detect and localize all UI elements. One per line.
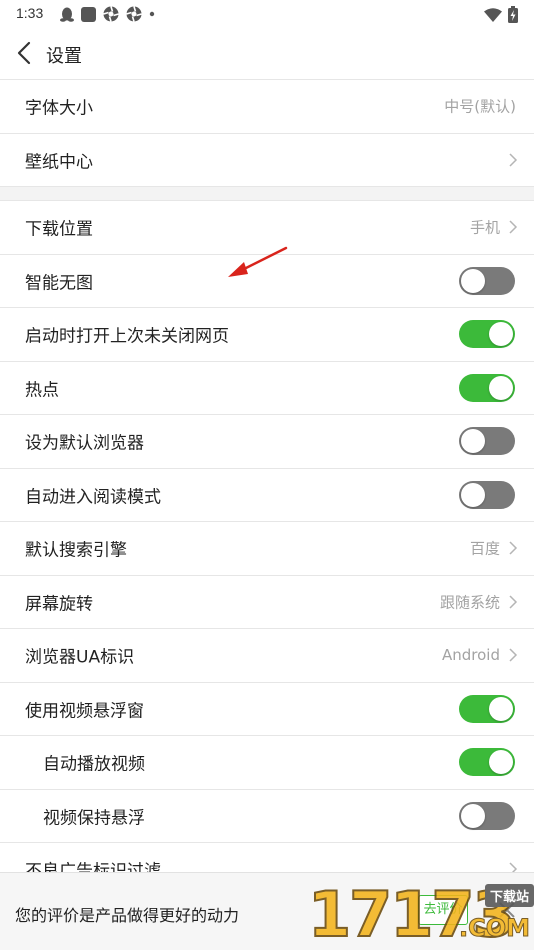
toggle-knob	[489, 750, 513, 775]
setting-value: 跟随系统	[439, 593, 500, 612]
auto-reading-mode-toggle[interactable]	[459, 480, 515, 509]
status-time: 1:33	[16, 5, 44, 21]
app-square-icon	[81, 6, 96, 22]
setting-hot-spots: 热点	[0, 361, 534, 415]
setting-default-browser: 设为默认浏览器	[0, 415, 534, 469]
setting-label: 使用视频悬浮窗	[25, 701, 144, 722]
smart-no-image-toggle[interactable]	[459, 266, 515, 295]
chevron-left-icon	[17, 41, 31, 65]
setting-label: 自动播放视频	[43, 754, 145, 775]
setting-value: 中号(默认)	[444, 97, 516, 116]
setting-label: 屏幕旋转	[25, 594, 93, 615]
wifi-icon	[484, 7, 502, 22]
toggle-knob	[489, 322, 513, 347]
chevron-right-icon	[509, 648, 518, 662]
setting-user-agent[interactable]: 浏览器UA标识 Android	[0, 629, 534, 683]
aperture-icon	[126, 6, 142, 22]
setting-font-size[interactable]: 字体大小 中号(默认)	[0, 80, 534, 134]
restore-tabs-toggle[interactable]	[459, 320, 515, 349]
chevron-right-icon	[509, 153, 518, 167]
chevron-right-icon	[509, 595, 518, 609]
aperture-icon	[103, 6, 119, 22]
settings-list: 字体大小 中号(默认) 壁纸中心 下载位置 手机 智能无图 启动时打开上次未关闭…	[0, 80, 534, 897]
setting-label: 浏览器UA标识	[25, 647, 135, 668]
status-notification-icons	[60, 6, 155, 22]
back-button[interactable]	[10, 38, 40, 68]
toggle-knob	[489, 696, 513, 721]
setting-label: 热点	[25, 380, 59, 401]
watermark-suffix: .COM	[458, 914, 530, 943]
setting-autoplay-video: 自动播放视频	[0, 736, 534, 790]
toggle-knob	[461, 803, 485, 828]
default-browser-toggle[interactable]	[459, 427, 515, 456]
setting-wallpaper[interactable]: 壁纸中心	[0, 133, 534, 187]
setting-search-engine[interactable]: 默认搜索引擎 百度	[0, 522, 534, 576]
setting-label: 自动进入阅读模式	[25, 487, 161, 508]
chevron-right-icon	[509, 541, 518, 555]
setting-label: 设为默认浏览器	[25, 433, 144, 454]
setting-restore-tabs: 启动时打开上次未关闭网页	[0, 308, 534, 362]
status-system-icons	[484, 6, 518, 23]
toggle-knob	[461, 429, 485, 454]
setting-label: 启动时打开上次未关闭网页	[25, 326, 229, 347]
toggle-knob	[461, 482, 485, 507]
setting-keep-floating: 视频保持悬浮	[0, 789, 534, 843]
setting-label: 下载位置	[25, 219, 93, 240]
app-bar: 设置	[0, 28, 534, 80]
chevron-right-icon	[509, 220, 518, 234]
setting-value: 手机	[469, 218, 500, 237]
qq-penguin-icon	[60, 7, 74, 22]
setting-label: 壁纸中心	[25, 152, 93, 173]
page-title: 设置	[46, 46, 82, 67]
section-divider	[0, 187, 534, 201]
battery-charging-icon	[508, 6, 518, 23]
setting-value: Android	[442, 646, 500, 665]
rating-prompt-text: 您的评价是产品做得更好的动力	[15, 906, 240, 925]
status-bar: 1:33	[0, 0, 534, 28]
annotation-arrow-icon	[228, 246, 288, 277]
setting-value: 百度	[469, 539, 500, 558]
setting-auto-reading-mode: 自动进入阅读模式	[0, 468, 534, 522]
floating-video-toggle[interactable]	[459, 694, 515, 723]
watermark-logo: 17173 下载站 .COM	[307, 880, 534, 950]
autoplay-video-toggle[interactable]	[459, 748, 515, 777]
watermark-tag: 下载站	[484, 884, 534, 907]
hot-spots-toggle[interactable]	[459, 373, 515, 402]
setting-label: 默认搜索引擎	[25, 540, 127, 561]
setting-label: 智能无图	[25, 273, 93, 294]
setting-label: 字体大小	[25, 98, 93, 119]
keep-floating-toggle[interactable]	[459, 801, 515, 830]
toggle-knob	[489, 375, 513, 400]
setting-floating-video: 使用视频悬浮窗	[0, 682, 534, 736]
setting-screen-rotation[interactable]: 屏幕旋转 跟随系统	[0, 575, 534, 629]
setting-label: 视频保持悬浮	[43, 808, 145, 829]
toggle-knob	[461, 268, 485, 293]
dot-icon	[149, 11, 155, 17]
